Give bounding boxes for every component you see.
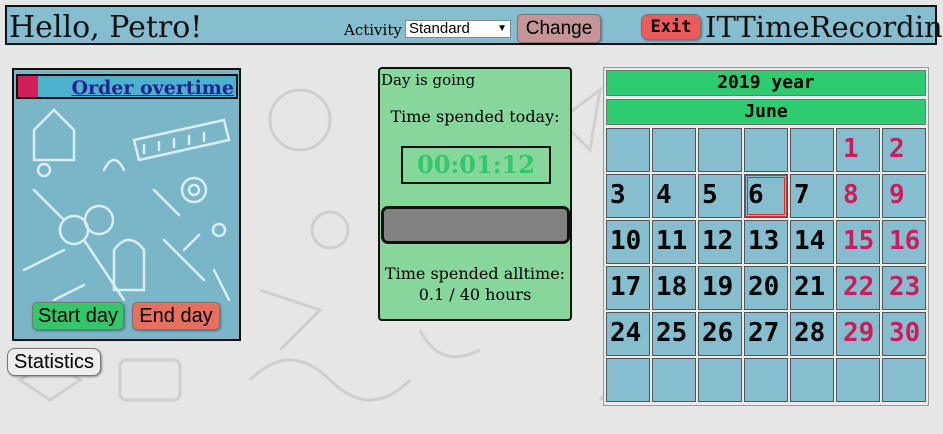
calendar-day-16[interactable]: 16 [882,220,926,264]
end-day-button[interactable]: End day [132,302,220,330]
calendar-empty-cell [606,128,650,172]
overtime-bar: Order overtime [16,74,238,99]
calendar-day-26[interactable]: 26 [698,312,742,356]
chevron-down-icon: ▼ [497,23,507,34]
calendar-day-1[interactable]: 1 [836,128,880,172]
calendar-day-10[interactable]: 10 [606,220,650,264]
start-day-button[interactable]: Start day [32,302,124,330]
calendar-day-28[interactable]: 28 [790,312,834,356]
calendar-empty-cell [882,358,926,402]
calendar-day-12[interactable]: 12 [698,220,742,264]
calendar-day-9[interactable]: 9 [882,174,926,218]
calendar-day-7[interactable]: 7 [790,174,834,218]
activity-select[interactable]: Standard ▼ [405,20,511,38]
day-progress-bar [381,206,570,244]
calendar-empty-cell [836,358,880,402]
calendar-empty-cell [790,358,834,402]
calendar-day-2[interactable]: 2 [882,128,926,172]
calendar-day-13[interactable]: 13 [744,220,788,264]
calendar-empty-cell [744,358,788,402]
app-title: ITTimeRecording [705,10,943,44]
calendar-day-23[interactable]: 23 [882,266,926,310]
calendar-day-20[interactable]: 20 [744,266,788,310]
calendar-day-14[interactable]: 14 [790,220,834,264]
exit-button[interactable]: Exit [641,14,701,40]
calendar-empty-cell [698,128,742,172]
greeting: Hello, Petro! [9,10,203,45]
tools-pattern-image [22,108,231,302]
calendar-empty-cell [652,358,696,402]
calendar-day-19[interactable]: 19 [698,266,742,310]
time-alltime-label: Time spended alltime: [384,264,566,283]
calendar-year: 2019 year [606,70,926,96]
calendar-day-8[interactable]: 8 [836,174,880,218]
calendar-day-15[interactable]: 15 [836,220,880,264]
calendar-day-11[interactable]: 11 [652,220,696,264]
top-header: Hello, Petro! Activity Standard ▼ Change… [5,5,943,45]
day-panel: Day is going Time spended today: 00:01:1… [378,67,572,321]
calendar-day-17[interactable]: 17 [606,266,650,310]
calendar-day-4[interactable]: 4 [652,174,696,218]
calendar-day-3[interactable]: 3 [606,174,650,218]
calendar-day-25[interactable]: 25 [652,312,696,356]
calendar: 2019 year June 1 2 3 4 5 6 7 8 9 10 11 12 13 14 15 16 17… [603,67,929,406]
overtime-marker [18,76,38,97]
activity-selected-value: Standard [409,20,470,37]
calendar-day-18[interactable]: 18 [652,266,696,310]
calendar-day-27[interactable]: 27 [744,312,788,356]
activity-label: Activity [344,21,402,39]
change-button[interactable]: Change [517,14,601,43]
calendar-day-24[interactable]: 24 [606,312,650,356]
calendar-empty-cell [790,128,834,172]
tools-panel: Order overtime Start day End day [12,68,241,341]
statistics-button[interactable]: Statistics [7,348,101,376]
calendar-day-6[interactable]: 6 [744,174,788,218]
calendar-empty-cell [744,128,788,172]
today-timer: 00:01:12 [401,146,551,184]
time-today-label: Time spended today: [390,107,560,126]
calendar-month: June [606,99,926,125]
calendar-empty-cell [652,128,696,172]
time-alltime-value: 0.1 / 40 hours [418,285,532,304]
day-status: Day is going [381,71,476,89]
calendar-empty-cell [606,358,650,402]
calendar-day-5[interactable]: 5 [698,174,742,218]
order-overtime-link[interactable]: Order overtime [71,77,234,99]
calendar-day-22[interactable]: 22 [836,266,880,310]
calendar-day-30[interactable]: 30 [882,312,926,356]
calendar-empty-cell [698,358,742,402]
calendar-day-29[interactable]: 29 [836,312,880,356]
calendar-day-21[interactable]: 21 [790,266,834,310]
